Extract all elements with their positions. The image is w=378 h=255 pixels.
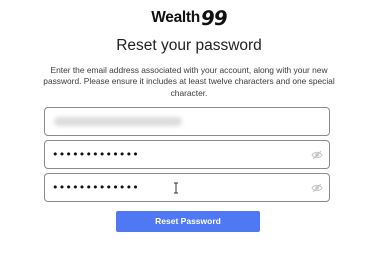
reset-password-button[interactable]: Reset Password bbox=[116, 211, 260, 232]
wealth99-logo: Wealth99 bbox=[0, 6, 378, 30]
logo-word: Wealth bbox=[151, 9, 200, 26]
eye-icon[interactable] bbox=[311, 150, 323, 160]
confirm-password-mask: ••••••••••••• bbox=[52, 181, 139, 194]
logo-number: 99 bbox=[199, 6, 229, 30]
reset-password-page: Wealth99 Reset your password Enter the e… bbox=[0, 0, 378, 255]
text-cursor-icon bbox=[174, 182, 178, 194]
instructions-text: Enter the email address associated with … bbox=[43, 65, 335, 98]
new-password-field[interactable]: ••••••••••••• bbox=[44, 140, 330, 169]
email-value-redacted bbox=[54, 117, 182, 126]
confirm-password-field[interactable]: ••••••••••••• bbox=[44, 173, 330, 202]
email-field[interactable] bbox=[44, 107, 330, 136]
page-title: Reset your password bbox=[116, 37, 262, 54]
eye-icon[interactable] bbox=[311, 183, 323, 193]
password-mask: ••••••••••••• bbox=[52, 148, 139, 161]
